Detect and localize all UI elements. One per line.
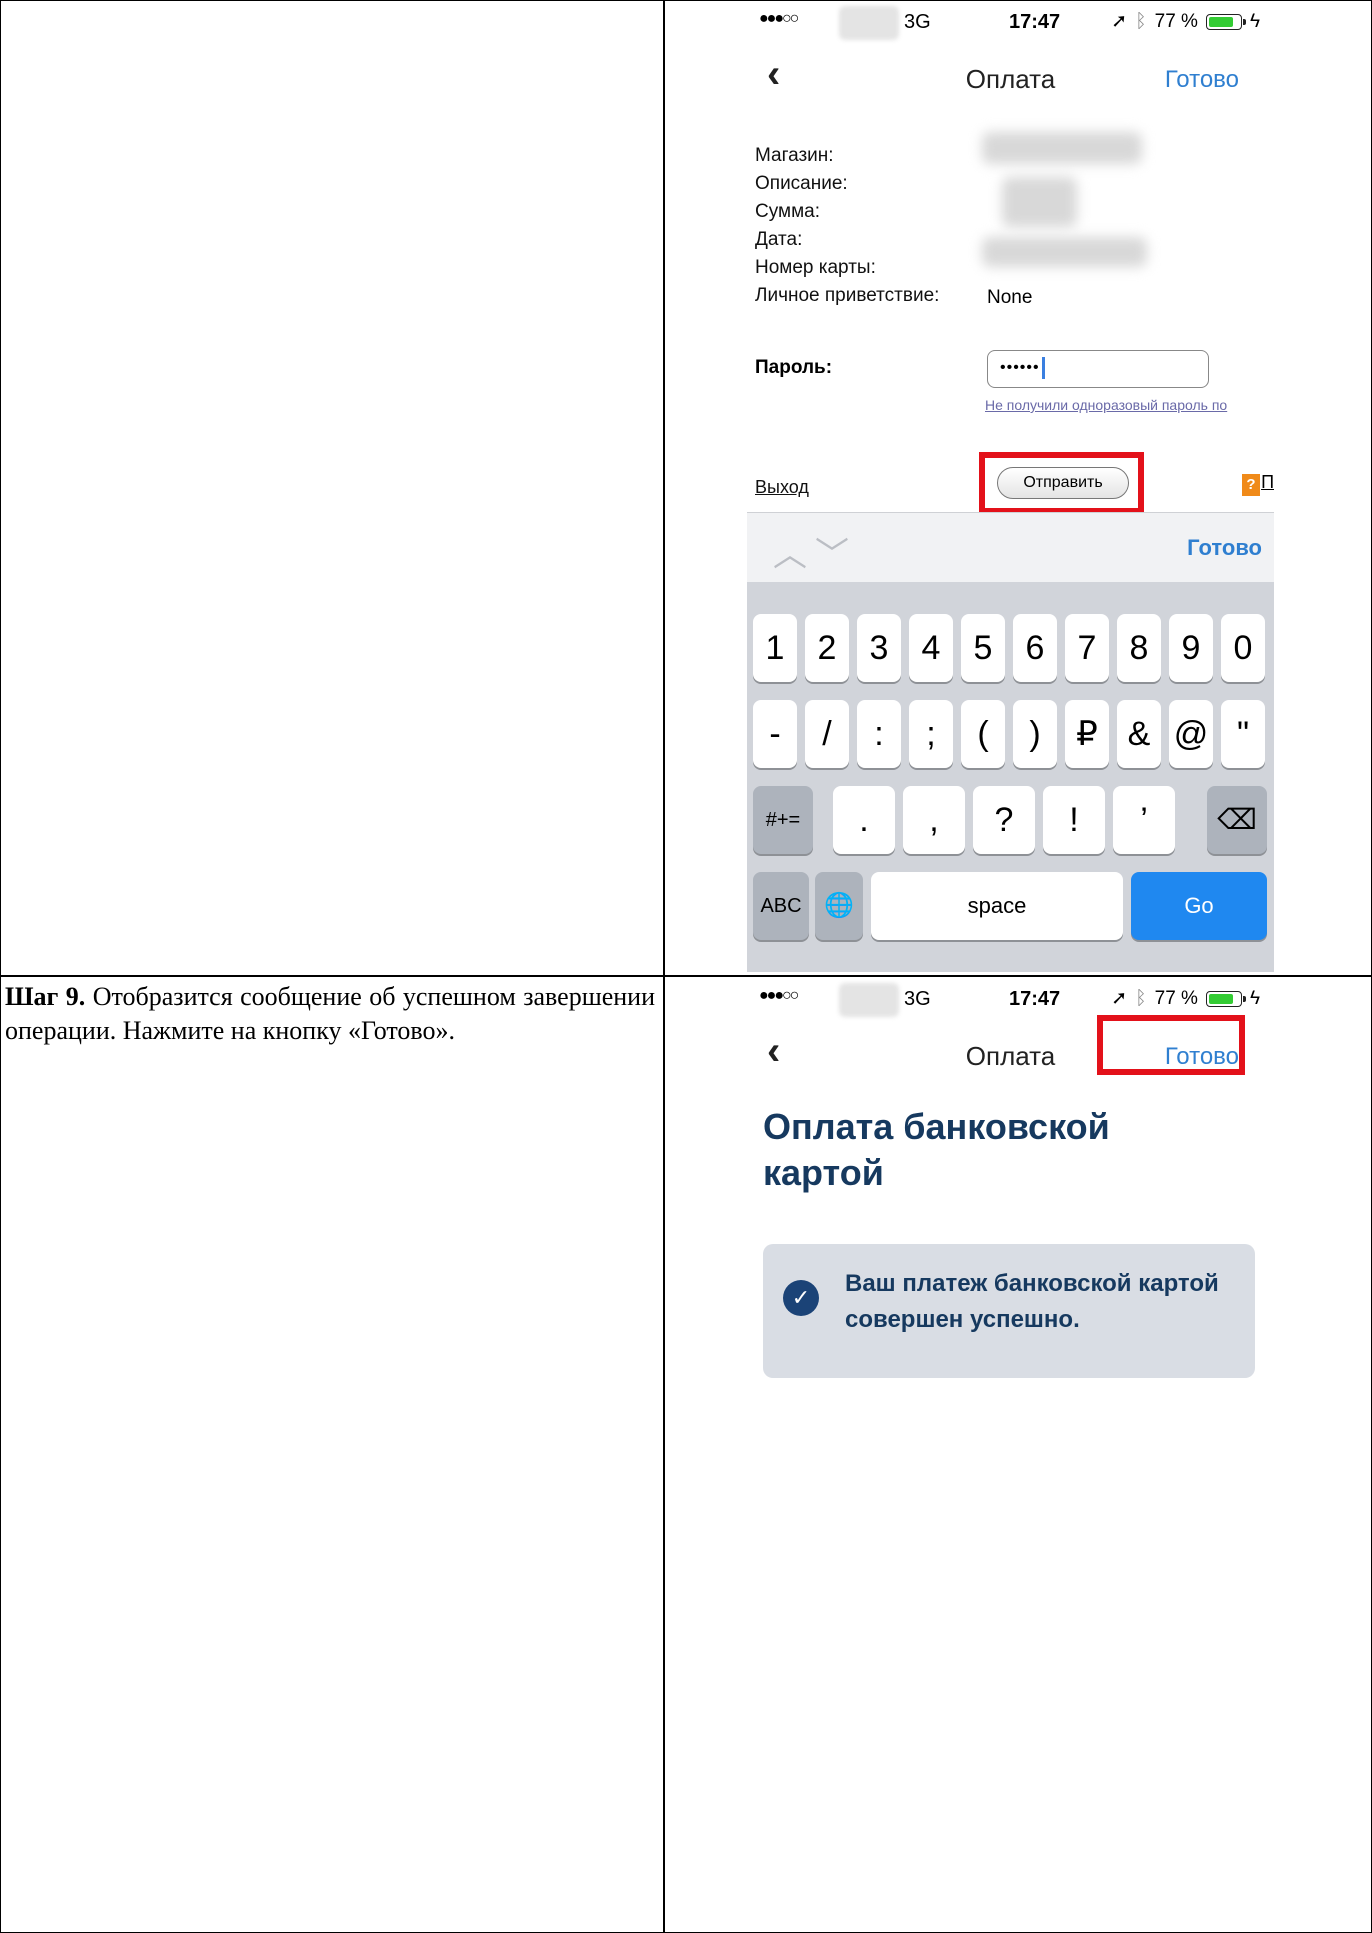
carrier-blurred (839, 983, 899, 1017)
key[interactable]: . (833, 786, 895, 854)
step-body: Отобразится сообщение об успешном заверш… (5, 982, 655, 1045)
numeric-keyboard: 1 2 3 4 5 6 7 8 9 0 - / : ; ( ) ₽ & @ " … (747, 582, 1274, 972)
done-button[interactable]: Готово (1165, 66, 1239, 94)
clock: 17:47 (1009, 988, 1061, 1010)
redacted-values (1002, 177, 1077, 227)
battery-percent: 77 % (1154, 10, 1198, 32)
key[interactable]: ; (909, 700, 953, 768)
network-type: 3G (904, 11, 931, 33)
step-label: Шаг 9. (5, 982, 86, 1011)
battery-icon (1205, 990, 1246, 1007)
redacted-values (982, 132, 1142, 164)
key[interactable]: ! (1043, 786, 1105, 854)
location-arrow-icon: ➚ (1111, 988, 1128, 1009)
bluetooth-icon: ᛒ (1135, 10, 1147, 32)
key[interactable]: ₽ (1065, 700, 1109, 768)
go-key[interactable]: Go (1131, 872, 1267, 940)
abc-key[interactable]: ABC (753, 872, 809, 940)
key[interactable]: 4 (909, 614, 953, 682)
key[interactable]: 7 (1065, 614, 1109, 682)
label-description: Описание: (755, 173, 848, 194)
symbols-key[interactable]: #+= (753, 786, 813, 854)
password-input[interactable]: •••••• (987, 350, 1209, 388)
key[interactable]: 6 (1013, 614, 1057, 682)
signal-strength: ●●●○○ (759, 10, 799, 27)
bluetooth-icon: ᛒ (1135, 987, 1147, 1009)
otp-not-received-link[interactable]: Не получили одноразовый пароль по (985, 397, 1227, 413)
key[interactable]: 3 (857, 614, 901, 682)
key[interactable]: " (1221, 700, 1265, 768)
space-key[interactable]: space (871, 872, 1123, 940)
key[interactable]: / (805, 700, 849, 768)
key[interactable]: ( (961, 700, 1005, 768)
battery-percent: 77 % (1154, 987, 1198, 1009)
clock: 17:47 (1009, 11, 1061, 33)
battery-icon (1205, 13, 1246, 30)
greeting-value: None (987, 287, 1033, 308)
key[interactable]: 9 (1169, 614, 1213, 682)
key[interactable]: & (1117, 700, 1161, 768)
password-value: •••••• (1000, 359, 1040, 377)
key[interactable]: 8 (1117, 614, 1161, 682)
label-amount: Сумма: (755, 201, 820, 222)
key[interactable]: 5 (961, 614, 1005, 682)
step-9-description: Шаг 9. Отобразится сообщение об успешном… (5, 980, 655, 1048)
carrier-blurred (839, 6, 899, 40)
table-cell-text-1 (0, 0, 665, 977)
send-button-highlight (979, 452, 1144, 514)
success-message-box: ✓ Ваш платеж банковской картой совершен … (763, 1244, 1255, 1378)
help-icon[interactable]: ? (1242, 474, 1260, 496)
status-bar: ●●●○○ 3G 17:47 ➚ ᛒ 77 % ϟ (747, 2, 1274, 44)
done-button-highlight (1097, 1015, 1245, 1075)
key[interactable]: ’ (1113, 786, 1175, 854)
key[interactable]: - (753, 700, 797, 768)
password-label: Пароль: (755, 357, 833, 378)
label-store: Магазин: (755, 145, 834, 166)
globe-icon[interactable]: 🌐 (815, 872, 863, 940)
keyboard-accessory-bar: ︿﹀ Готово (747, 512, 1274, 583)
checkmark-icon: ✓ (783, 1280, 819, 1316)
table-cell-text-2 (0, 975, 665, 1933)
phone-screenshot-payment-success: ●●●○○ 3G 17:47 ➚ ᛒ 77 % ϟ ‹ Оплата Готов… (747, 979, 1274, 1929)
help-link-cut[interactable]: П (1261, 472, 1274, 493)
keyboard-done-button[interactable]: Готово (1187, 535, 1262, 561)
label-date: Дата: (755, 229, 803, 250)
label-greeting: Личное приветствие: (755, 285, 940, 306)
payment-details-labels: Магазин: Описание: Сумма: Дата: Номер ка… (755, 142, 939, 310)
success-message: Ваш платеж банковской картой совершен ус… (845, 1270, 1219, 1333)
key[interactable]: ? (973, 786, 1035, 854)
backspace-icon[interactable]: ⌫ (1207, 786, 1267, 854)
key[interactable]: 2 (805, 614, 849, 682)
charging-icon: ϟ (1249, 10, 1260, 32)
key[interactable]: ) (1013, 700, 1057, 768)
charging-icon: ϟ (1249, 987, 1260, 1009)
redacted-values (982, 237, 1147, 267)
phone-screenshot-payment-form: ●●●○○ 3G 17:47 ➚ ᛒ 77 % ϟ ‹ Оплата Готов… (747, 2, 1274, 972)
label-card-number: Номер карты: (755, 257, 876, 278)
key[interactable]: 0 (1221, 614, 1265, 682)
location-arrow-icon: ➚ (1111, 11, 1128, 32)
signal-strength: ●●●○○ (759, 987, 799, 1004)
key[interactable]: @ (1169, 700, 1213, 768)
nav-bar: ‹ Оплата Готово (747, 44, 1274, 114)
key[interactable]: 1 (753, 614, 797, 682)
key[interactable]: : (857, 700, 901, 768)
text-caret (1041, 357, 1045, 379)
network-type: 3G (904, 988, 931, 1010)
page-heading: Оплата банковской картой (763, 1106, 1110, 1193)
exit-link[interactable]: Выход (755, 477, 809, 498)
key[interactable]: , (903, 786, 965, 854)
prev-next-arrows-icon[interactable]: ︿﹀ (773, 527, 857, 576)
